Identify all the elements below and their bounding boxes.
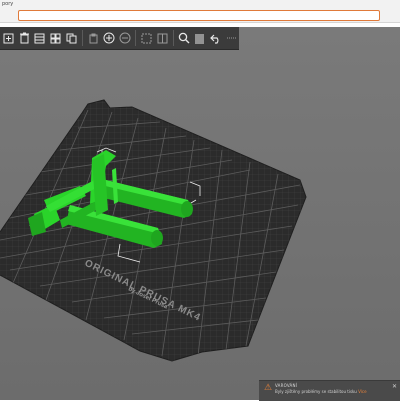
notification-title: VAROVÁNÍ	[275, 383, 298, 388]
notification-link[interactable]: Více	[358, 389, 367, 394]
close-icon[interactable]: ✕	[392, 383, 397, 390]
print-bed-scene[interactable]: ORIGINAL PRUSA MK4 by Josef Prusa	[0, 0, 400, 400]
warning-notification[interactable]: ⚠ VAROVÁNÍ Byly zjištěny problémy se sta…	[259, 380, 400, 401]
notification-message: Byly zjištěny problémy se stabilitou tis…	[275, 389, 367, 394]
warning-icon: ⚠	[263, 383, 273, 393]
bed-grid	[0, 100, 306, 361]
notification-message-text: Byly zjištěny problémy se stabilitou tis…	[275, 389, 357, 394]
